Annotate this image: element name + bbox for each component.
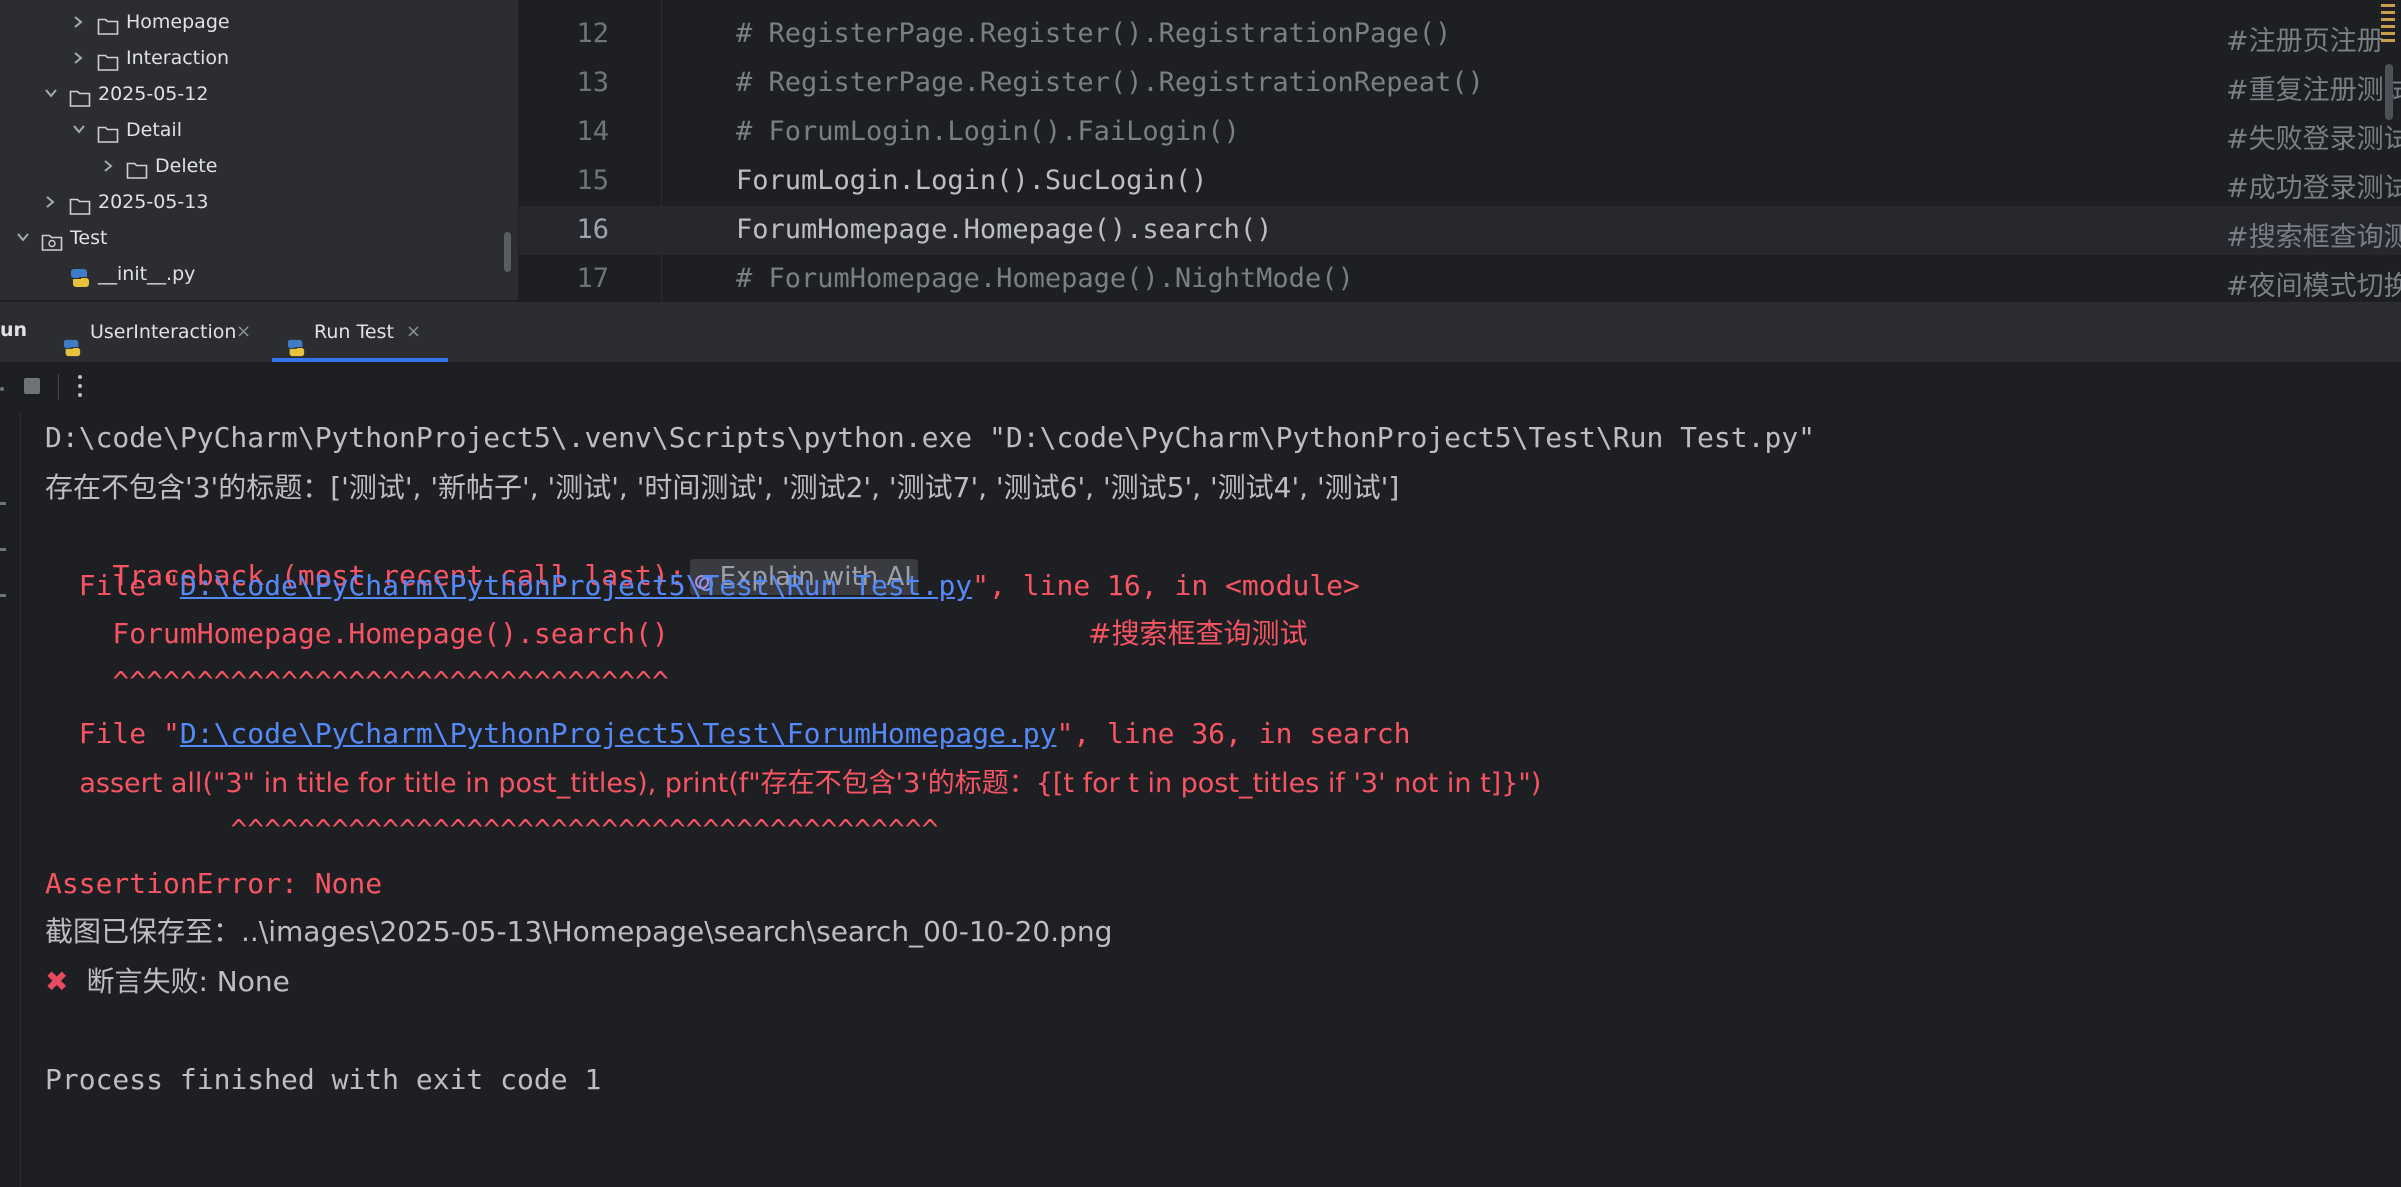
- code-comment: #搜索框查询测试: [2226, 222, 2401, 253]
- frame-prefix: File ": [45, 569, 180, 602]
- line-number: 17: [576, 263, 609, 294]
- cross-mark-icon: ✖: [45, 965, 69, 998]
- traceback-code-1: ForumHomepage.Homepage().search() #搜索框查询测…: [45, 614, 1307, 654]
- file-link-run-test[interactable]: D:\code\PyCharm\PythonProject5\Test\Run …: [180, 569, 972, 602]
- project-tree: Homepage Interaction 2025-05-12 Detail D…: [0, 0, 519, 300]
- inspection-markers[interactable]: [2381, 4, 2395, 58]
- code-text: # RegisterPage.Register().RegistrationPa…: [736, 18, 1452, 49]
- toolbar-divider: [58, 374, 59, 400]
- tab-label: Run Test: [314, 321, 394, 343]
- code-text: # ForumLogin.Login().FaiLogin(): [736, 116, 1240, 147]
- tree-item-label: 2025-05-13: [98, 191, 209, 213]
- run-panel-title: un: [0, 319, 28, 341]
- chevron-right-icon[interactable]: [68, 40, 90, 76]
- code-comment: #注册页注册: [2226, 26, 2384, 57]
- run-toolbar: [0, 362, 2401, 412]
- frame-prefix: File ": [45, 717, 180, 750]
- code-text: # RegisterPage.Register().RegistrationRe…: [736, 67, 1484, 98]
- code-line[interactable]: 17 # ForumHomepage.Homepage().NightMode(…: [519, 255, 2401, 300]
- folder-icon: [97, 48, 119, 71]
- chevron-right-icon[interactable]: [98, 148, 120, 184]
- tree-scrollbar[interactable]: [504, 232, 511, 272]
- code-text: ForumLogin.Login().SucLogin(): [736, 165, 1208, 196]
- chevron-down-icon[interactable]: [68, 112, 90, 148]
- code-line[interactable]: 15 ForumLogin.Login().SucLogin() #成功登录测试: [519, 157, 2401, 206]
- code-line-current[interactable]: 16 ForumHomepage.Homepage().search() #搜索…: [519, 206, 2401, 255]
- code-comment: #成功登录测试: [2226, 173, 2401, 204]
- assertion-error: AssertionError: None: [45, 867, 383, 900]
- folder-icon: [97, 12, 119, 35]
- package-folder-icon: [41, 228, 63, 251]
- tree-item-label: Test: [70, 227, 108, 249]
- folder-icon: [69, 84, 91, 107]
- folder-icon: [69, 192, 91, 215]
- traceback-carets-2: ^^^^^^^^^^^^^^^^^^^^^^^^^^^^^^^^^^^^^^^^…: [45, 813, 939, 846]
- file-link-forumhomepage[interactable]: D:\code\PyCharm\PythonProject5\Test\Foru…: [180, 717, 1057, 750]
- frame-comment: #搜索框查询测试: [1088, 617, 1308, 650]
- tree-item-label: Detail: [126, 119, 182, 141]
- tree-item-label: Interaction: [126, 47, 230, 69]
- code-line[interactable]: 13 # RegisterPage.Register().Registratio…: [519, 59, 2401, 108]
- console-command-line: D:\code\PyCharm\PythonProject5\.venv\Scr…: [45, 421, 1816, 454]
- more-options-icon[interactable]: [72, 370, 88, 404]
- line-number: 15: [576, 165, 609, 196]
- line-number: 12: [576, 18, 609, 49]
- traceback-frame-2: File "D:\code\PyCharm\PythonProject5\Tes…: [45, 714, 1411, 754]
- code-text: # ForumHomepage.Homepage().NightMode(): [736, 263, 1354, 294]
- assert-fail-line: ✖ 断言失败: None: [45, 962, 290, 1002]
- console-stdout: 存在不包含'3'的标题：['测试', '新帖子', '测试', '时间测试', …: [45, 471, 1400, 504]
- toolbar-overflow-marker: [0, 387, 4, 391]
- tree-item-label: __init__.py: [98, 263, 196, 285]
- stop-icon[interactable]: [24, 378, 40, 394]
- traceback-code-2: assert all("3" in title for title in pos…: [45, 768, 1542, 799]
- tab-userinteraction[interactable]: UserInteraction ×: [62, 302, 262, 362]
- console-side-strip: [0, 412, 21, 1187]
- traceback-header-line: Traceback (most recent call last): Explai…: [45, 516, 918, 595]
- tree-item-label: Homepage: [126, 11, 230, 33]
- chevron-down-icon[interactable]: [12, 220, 34, 256]
- line-number: 13: [576, 67, 609, 98]
- process-exit-line: Process finished with exit code 1: [45, 1063, 602, 1096]
- folder-icon: [126, 156, 148, 179]
- editor-scrollbar[interactable]: [2385, 64, 2393, 120]
- tree-item-label: 2025-05-12: [98, 83, 209, 105]
- code-line[interactable]: 14 # ForumLogin.Login().FaiLogin() #失败登录…: [519, 108, 2401, 157]
- assert-fail-message: 断言失败: None: [86, 965, 290, 998]
- code-editor[interactable]: 12 # RegisterPage.Register().Registratio…: [519, 0, 2401, 300]
- line-number: 14: [576, 116, 609, 147]
- frame-suffix: ", line 36, in search: [1056, 717, 1411, 750]
- frame-suffix: ", line 16, in <module>: [972, 569, 1360, 602]
- code-comment: #失败登录测试: [2226, 124, 2401, 155]
- tab-run-test[interactable]: Run Test ×: [272, 302, 448, 362]
- tab-label: UserInteraction: [90, 321, 237, 343]
- code-text: ForumHomepage.Homepage().search(): [736, 214, 1273, 245]
- run-console[interactable]: D:\code\PyCharm\PythonProject5\.venv\Scr…: [0, 412, 2401, 1187]
- python-file-icon: [69, 264, 91, 287]
- chevron-down-icon[interactable]: [40, 76, 62, 112]
- screenshot-saved-line: 截图已保存至：..\images\2025-05-13\Homepage\sea…: [45, 915, 1113, 948]
- code-line[interactable]: 12 # RegisterPage.Register().Registratio…: [519, 10, 2401, 59]
- close-icon[interactable]: ×: [406, 302, 421, 362]
- traceback-carets-1: ^^^^^^^^^^^^^^^^^^^^^^^^^^^^^^^^^: [45, 665, 669, 698]
- chevron-right-icon[interactable]: [40, 184, 62, 220]
- run-tool-window-header: un UserInteraction × Run Test ×: [0, 301, 2401, 363]
- line-number: 16: [576, 214, 609, 245]
- close-icon[interactable]: ×: [236, 302, 251, 362]
- code-comment: #夜间模式切换测试: [2226, 271, 2401, 300]
- traceback-frame-1: File "D:\code\PyCharm\PythonProject5\Tes…: [45, 566, 1360, 606]
- folder-icon: [97, 120, 119, 143]
- chevron-right-icon[interactable]: [68, 4, 90, 40]
- code-comment: #重复注册测试: [2226, 75, 2401, 106]
- tree-item-label: Delete: [155, 155, 218, 177]
- frame-code: ForumHomepage.Homepage().search(): [45, 617, 669, 650]
